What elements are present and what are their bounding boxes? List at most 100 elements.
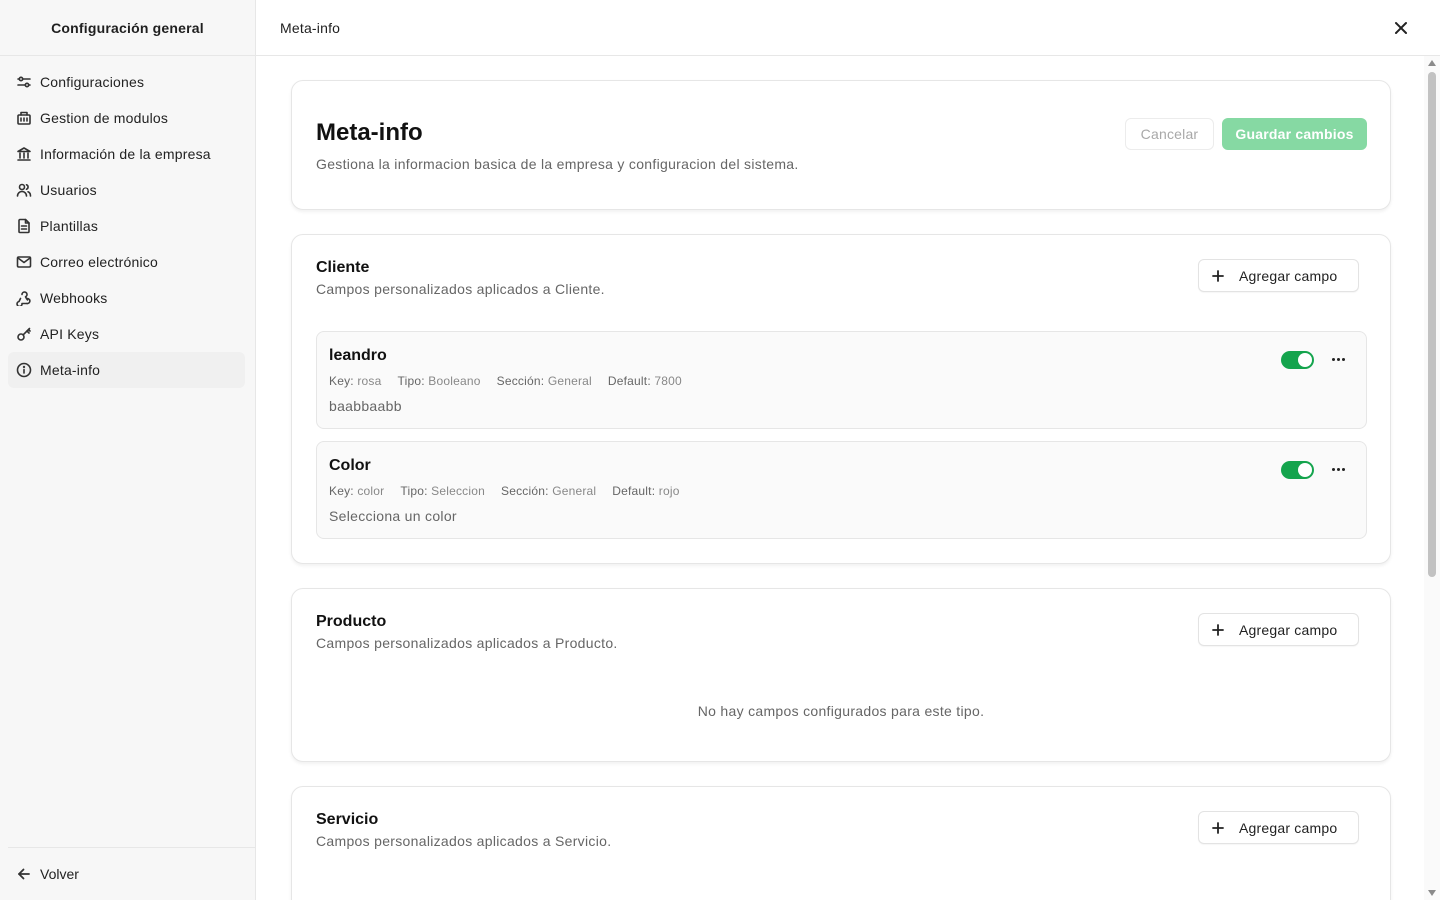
save-button[interactable]: Guardar cambios xyxy=(1222,118,1367,150)
header-title: Meta-info xyxy=(316,119,423,146)
add-field-label: Agregar campo xyxy=(1239,621,1338,638)
back-button[interactable]: Volver xyxy=(8,847,255,900)
page-title: Meta-info xyxy=(280,19,341,36)
field-key-label: Key: xyxy=(329,374,354,388)
section-subtitle: Campos personalizados aplicados a Client… xyxy=(316,281,605,297)
info-icon xyxy=(16,362,32,378)
field-card: Color Key: color Tipo: Seleccion Sección… xyxy=(316,441,1367,539)
sidebar-item-label: Correo electrónico xyxy=(40,254,158,270)
scroll-up-arrow-icon[interactable] xyxy=(1428,60,1436,66)
field-type: Tipo: Booleano xyxy=(398,374,481,388)
field-section: Sección: General xyxy=(501,484,596,498)
field-key-value: rosa xyxy=(357,374,382,388)
field-default-label: Default: xyxy=(607,374,651,388)
field-key: Key: rosa xyxy=(329,374,382,388)
field-enabled-toggle[interactable] xyxy=(1281,461,1314,479)
empty-state-message: No hay campos configurados para este tip… xyxy=(697,703,985,719)
field-card: leandro Key: rosa Tipo: Booleano Sección… xyxy=(316,331,1367,429)
field-description: Selecciona un color xyxy=(329,508,457,524)
field-section: Sección: General xyxy=(497,374,592,388)
scroll-thumb[interactable] xyxy=(1428,72,1436,577)
mail-icon xyxy=(16,254,32,270)
field-meta: Key: color Tipo: Seleccion Sección: Gene… xyxy=(329,484,696,498)
modules-icon xyxy=(16,110,32,126)
field-key-label: Key: xyxy=(329,484,354,498)
field-type-value: Seleccion xyxy=(431,484,485,498)
sidebar-item-correo[interactable]: Correo electrónico xyxy=(8,244,245,280)
field-meta: Key: rosa Tipo: Booleano Sección: Genera… xyxy=(329,374,698,388)
close-button[interactable] xyxy=(1392,19,1410,37)
field-type-label: Tipo: xyxy=(397,374,425,388)
scrollbar[interactable] xyxy=(1424,56,1440,900)
sidebar-item-usuarios[interactable]: Usuarios xyxy=(8,172,245,208)
add-field-label: Agregar campo xyxy=(1239,267,1338,284)
scroll-down-arrow-icon[interactable] xyxy=(1428,890,1436,896)
sidebar-item-meta-info[interactable]: Meta-info xyxy=(8,352,245,388)
add-field-button[interactable]: Agregar campo xyxy=(1198,613,1359,646)
plus-icon xyxy=(1211,269,1225,283)
section-subtitle: Campos personalizados aplicados a Produc… xyxy=(316,635,618,651)
section-cliente: Cliente Campos personalizados aplicados … xyxy=(291,234,1391,564)
sidebar-item-label: API Keys xyxy=(40,326,100,342)
topbar: Meta-info xyxy=(256,0,1440,56)
sidebar-item-label: Información de la empresa xyxy=(40,146,211,162)
section-title: Producto xyxy=(316,613,387,630)
sidebar-item-plantillas[interactable]: Plantillas xyxy=(8,208,245,244)
section-title: Servicio xyxy=(316,811,379,828)
add-field-button[interactable]: Agregar campo xyxy=(1198,259,1359,292)
field-name: Color xyxy=(329,457,371,474)
bank-icon xyxy=(16,146,32,162)
more-options-icon[interactable] xyxy=(1328,459,1348,479)
sidebar-item-label: Meta-info xyxy=(40,362,101,378)
sidebar-nav: Configuraciones Gestion de modulos Infor… xyxy=(0,56,255,388)
section-subtitle: Campos personalizados aplicados a Servic… xyxy=(316,833,612,849)
main-content: Meta-info Gestiona la informacion basica… xyxy=(256,56,1424,900)
field-default-label: Default: xyxy=(612,484,656,498)
sidebar-item-configuraciones[interactable]: Configuraciones xyxy=(8,64,245,100)
field-enabled-toggle[interactable] xyxy=(1281,351,1314,369)
header-subtitle: Gestiona la informacion basica de la emp… xyxy=(316,156,799,172)
sidebar-item-label: Plantillas xyxy=(40,218,99,234)
field-type-value: Booleano xyxy=(428,374,481,388)
toggle-knob xyxy=(1298,463,1312,477)
plus-icon xyxy=(1211,821,1225,835)
file-text-icon xyxy=(16,218,32,234)
sliders-icon xyxy=(16,74,32,90)
header-card: Meta-info Gestiona la informacion basica… xyxy=(291,80,1391,210)
field-default: Default: rojo xyxy=(612,484,679,498)
sidebar-item-webhooks[interactable]: Webhooks xyxy=(8,280,245,316)
close-icon xyxy=(1395,22,1407,34)
users-icon xyxy=(16,182,32,198)
field-section-label: Sección: xyxy=(496,374,545,388)
sidebar-item-api-keys[interactable]: API Keys xyxy=(8,316,245,352)
back-label: Volver xyxy=(40,866,79,882)
field-section-label: Sección: xyxy=(501,484,549,498)
sidebar-item-label: Usuarios xyxy=(40,182,97,198)
field-key: Key: color xyxy=(329,484,384,498)
sidebar-item-label: Configuraciones xyxy=(40,74,145,90)
webhook-icon xyxy=(16,290,32,306)
key-icon xyxy=(16,326,32,342)
more-options-icon[interactable] xyxy=(1328,349,1348,369)
sidebar-item-gestion-modulos[interactable]: Gestion de modulos xyxy=(8,100,245,136)
section-title: Cliente xyxy=(316,259,370,276)
field-key-value: color xyxy=(357,484,385,498)
field-type-label: Tipo: xyxy=(400,484,428,498)
field-type: Tipo: Seleccion xyxy=(400,484,485,498)
sidebar-item-informacion-empresa[interactable]: Información de la empresa xyxy=(8,136,245,172)
section-servicio: Servicio Campos personalizados aplicados… xyxy=(291,786,1391,900)
add-field-label: Agregar campo xyxy=(1239,819,1338,836)
field-section-value: General xyxy=(552,484,597,498)
field-default: Default: 7800 xyxy=(608,374,682,388)
add-field-button[interactable]: Agregar campo xyxy=(1198,811,1359,844)
field-section-value: General xyxy=(547,374,592,388)
field-default-value: rojo xyxy=(658,484,680,498)
sidebar-item-label: Gestion de modulos xyxy=(40,110,169,126)
section-producto: Producto Campos personalizados aplicados… xyxy=(291,588,1391,762)
sidebar-item-label: Webhooks xyxy=(40,290,108,306)
field-name: leandro xyxy=(329,347,387,364)
sidebar: Configuración general Configuraciones Ge… xyxy=(0,0,256,900)
cancel-button[interactable]: Cancelar xyxy=(1125,118,1214,150)
field-description: baabbaabb xyxy=(329,398,402,414)
field-default-value: 7800 xyxy=(654,374,682,388)
